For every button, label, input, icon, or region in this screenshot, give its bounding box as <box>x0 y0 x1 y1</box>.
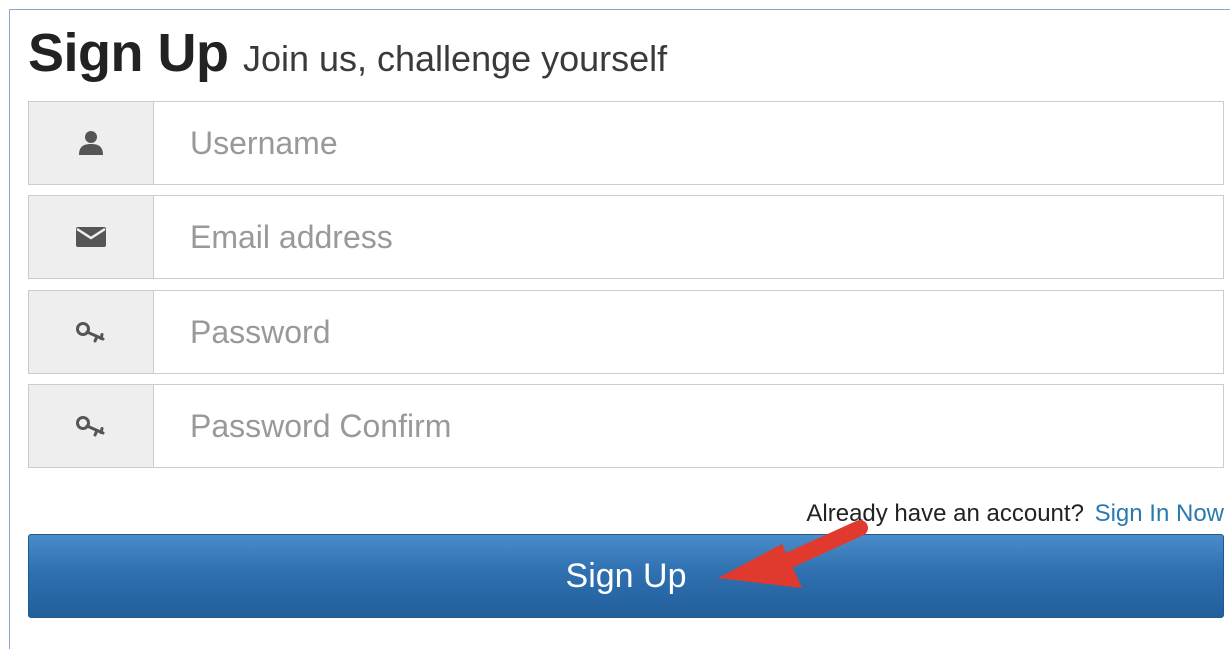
signin-prompt-line: Already have an account? Sign In Now <box>806 500 1224 528</box>
key-icon <box>76 416 105 437</box>
password-confirm-addon <box>28 384 154 468</box>
user-icon <box>79 131 103 155</box>
username-row <box>28 101 1224 185</box>
password-confirm-row <box>28 384 1224 468</box>
page-subtitle: Join us, challenge yourself <box>242 38 668 79</box>
username-addon <box>28 101 154 185</box>
key-icon <box>76 322 105 343</box>
signin-prompt-text: Already have an account? <box>806 500 1084 527</box>
sign-up-button[interactable]: Sign Up <box>28 534 1224 618</box>
password-addon <box>28 290 154 374</box>
email-row <box>28 195 1224 279</box>
envelope-icon <box>76 227 106 247</box>
form-header: Sign Up Join us, challenge yourself <box>28 22 667 84</box>
email-input[interactable] <box>154 195 1224 279</box>
email-addon <box>28 195 154 279</box>
page-title: Sign Up <box>28 23 229 83</box>
password-confirm-input[interactable] <box>154 384 1224 468</box>
username-input[interactable] <box>154 101 1224 185</box>
password-row <box>28 290 1224 374</box>
password-input[interactable] <box>154 290 1224 374</box>
sign-in-now-link[interactable]: Sign In Now <box>1095 500 1224 527</box>
